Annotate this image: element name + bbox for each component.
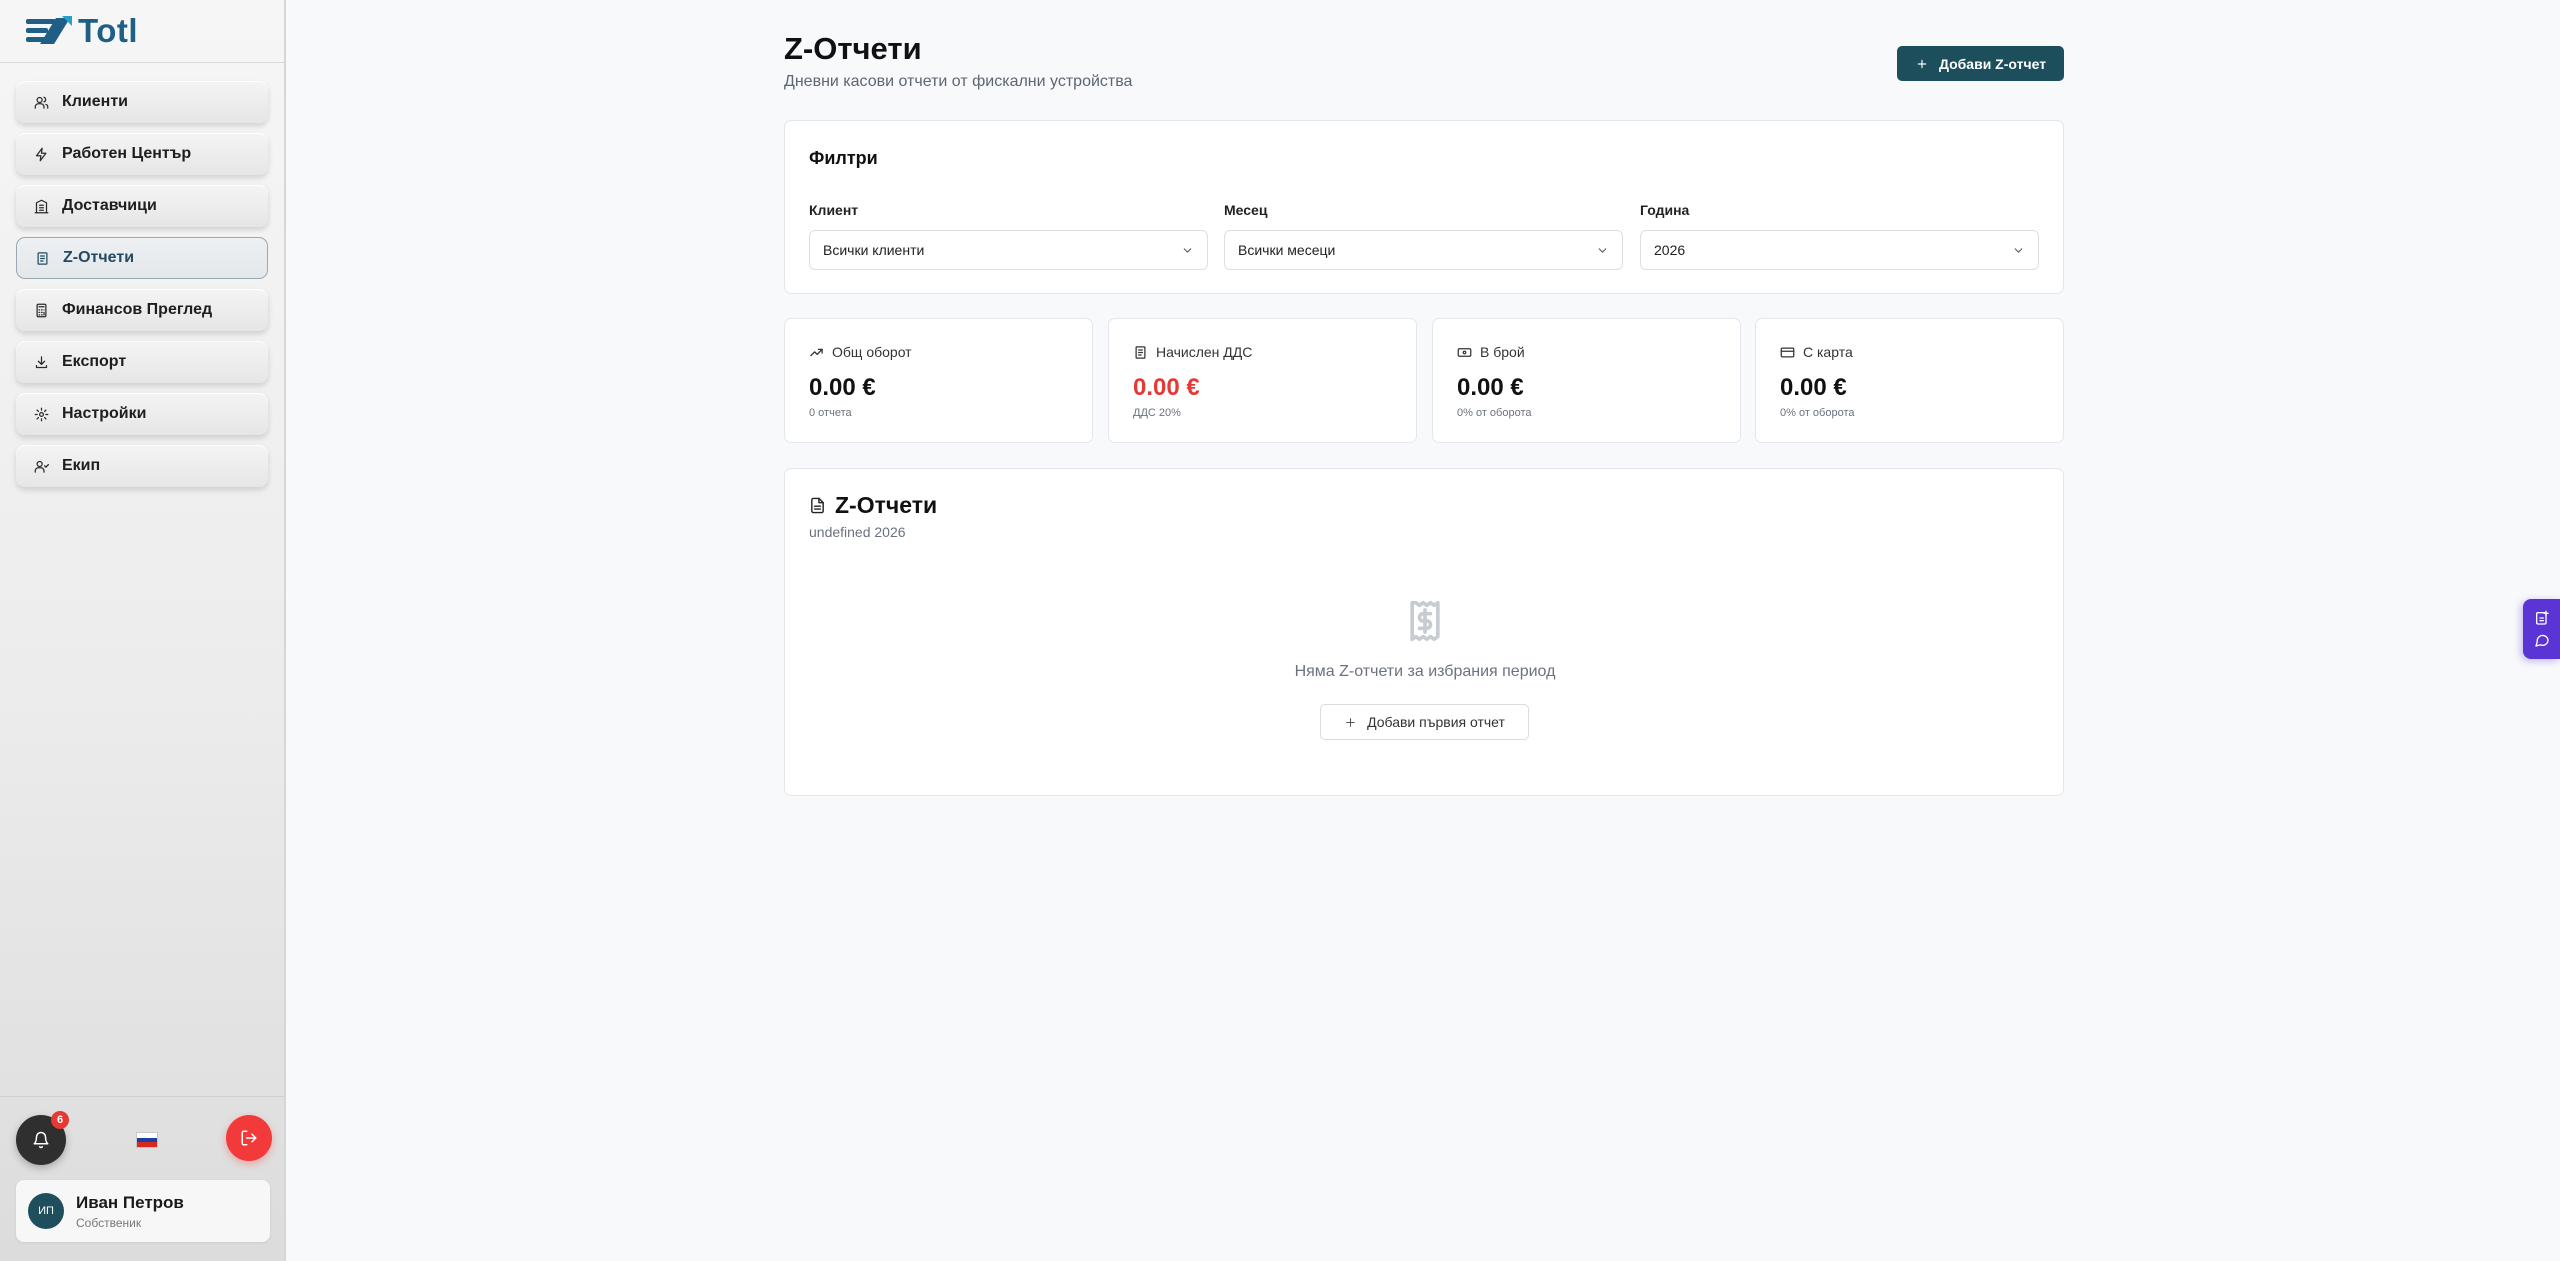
- year-filter-label: Година: [1640, 202, 1690, 218]
- zap-icon: [32, 145, 50, 163]
- sidebar-item-settings[interactable]: Настройки: [16, 393, 268, 435]
- stat-sub: 0 отчета: [809, 407, 852, 419]
- stat-card-cash: В брой 0.00 € 0% от оборота: [1432, 318, 1741, 443]
- users-icon: [32, 93, 50, 111]
- logo-mark-icon: [26, 16, 72, 44]
- stat-label: Начислен ДДС: [1156, 344, 1253, 360]
- client-select-value: Всички клиенти: [823, 242, 925, 258]
- z-reports-title-text: Z-Отчети: [835, 492, 938, 518]
- credit-card-icon: [1780, 347, 1795, 357]
- clipboard-icon: [2535, 610, 2549, 625]
- plus-icon: [1346, 717, 1355, 727]
- sidebar-item-export[interactable]: Експорт: [16, 341, 268, 383]
- month-select[interactable]: Всички месеци: [1224, 230, 1623, 270]
- sidebar-item-label: Финансов Преглед: [62, 301, 213, 318]
- receipt-icon: [33, 249, 51, 267]
- chat-bubble-icon: [2534, 634, 2549, 647]
- gear-icon: [32, 405, 50, 423]
- stat-header: С карта: [1780, 344, 1853, 360]
- filters-title: Филтри: [809, 148, 878, 168]
- logout-icon: [241, 1130, 257, 1146]
- stat-card-total-turnover: Общ оборот 0.00 € 0 отчета: [784, 318, 1093, 443]
- notification-badge: 6: [51, 1111, 69, 1129]
- banknote-icon: [1457, 347, 1472, 357]
- stat-label: В брой: [1480, 344, 1525, 360]
- stat-header: Общ оборот: [809, 344, 912, 360]
- user-info: Иван Петров Собственик: [76, 1193, 184, 1230]
- sidebar-nav: Клиенти Работен Център Доставчици Z-Отче…: [0, 63, 284, 487]
- support-widget-button[interactable]: [2523, 599, 2560, 659]
- stat-value: 0.00 €: [1780, 374, 1847, 401]
- filters-card: Филтри Клиент Всички клиенти Месец Всичк…: [784, 120, 2064, 294]
- sidebar-item-z-reports[interactable]: Z-Отчети: [16, 237, 268, 279]
- year-select-value: 2026: [1654, 242, 1686, 258]
- stat-card-vat: Начислен ДДС 0.00 € ДДС 20%: [1108, 318, 1417, 443]
- chevron-down-icon: [1596, 244, 1609, 257]
- client-filter-label: Клиент: [809, 202, 859, 218]
- team-icon: [32, 457, 50, 475]
- month-filter-label: Месец: [1224, 202, 1268, 218]
- year-select[interactable]: 2026: [1640, 230, 2039, 270]
- stat-label: Общ оборот: [832, 344, 912, 360]
- receipt-icon: [1135, 345, 1146, 359]
- add-z-report-label: Добави Z-отчет: [1938, 55, 2047, 72]
- sidebar-item-label: Екип: [62, 457, 101, 474]
- sidebar-item-suppliers[interactable]: Доставчици: [16, 185, 268, 227]
- logout-button[interactable]: [226, 1115, 272, 1161]
- calculator-icon: [32, 301, 50, 319]
- stat-value: 0.00 €: [809, 374, 876, 401]
- file-text-icon: [811, 497, 824, 514]
- page-title: Z-Отчети: [784, 31, 922, 66]
- sidebar-item-clients[interactable]: Клиенти: [16, 81, 268, 123]
- add-first-report-button[interactable]: Добави първия отчет: [1320, 704, 1529, 740]
- sidebar-item-work-center[interactable]: Работен Център: [16, 133, 268, 175]
- stat-label: С карта: [1803, 344, 1853, 360]
- sidebar-item-label: Работен Център: [62, 145, 192, 162]
- user-role: Собственик: [76, 1215, 142, 1230]
- stat-value: 0.00 €: [1133, 374, 1200, 401]
- z-reports-card: Z-Отчети undefined 2026 Няма Z-отчети за…: [784, 468, 2064, 796]
- z-reports-period: undefined 2026: [809, 524, 906, 540]
- building-icon: [32, 197, 50, 215]
- stat-sub: 0% от оборота: [1457, 407, 1532, 419]
- add-first-report-label: Добави първия отчет: [1367, 714, 1505, 730]
- bell-icon: [33, 1131, 49, 1149]
- chevron-down-icon: [1181, 244, 1194, 257]
- avatar: ИП: [28, 1193, 64, 1229]
- download-icon: [32, 353, 50, 371]
- trending-up-icon: [810, 348, 823, 356]
- receipt-dollar-icon: [1403, 599, 1447, 643]
- sidebar: Totl Клиенти Работен Център Доставчици Z…: [0, 0, 286, 1261]
- z-reports-title: Z-Отчети: [809, 492, 937, 519]
- client-select[interactable]: Всички клиенти: [809, 230, 1208, 270]
- sidebar-item-team[interactable]: Екип: [16, 445, 268, 487]
- sidebar-item-finance-overview[interactable]: Финансов Преглед: [16, 289, 268, 331]
- sidebar-item-label: Z-Отчети: [63, 249, 135, 266]
- stat-header: В брой: [1457, 344, 1525, 360]
- stat-value: 0.00 €: [1457, 374, 1524, 401]
- stat-header: Начислен ДДС: [1133, 344, 1252, 360]
- stat-sub: ДДС 20%: [1133, 407, 1181, 419]
- logo-text: Totl: [78, 12, 139, 49]
- sidebar-item-label: Клиенти: [62, 93, 128, 110]
- user-profile-card[interactable]: ИП Иван Петров Собственик: [16, 1180, 270, 1242]
- sidebar-item-label: Експорт: [62, 353, 127, 370]
- page-subtitle: Дневни касови отчети от фискални устройс…: [784, 73, 1133, 90]
- user-name: Иван Петров: [76, 1192, 184, 1212]
- notifications-button[interactable]: 6: [16, 1111, 69, 1165]
- month-select-value: Всички месеци: [1238, 242, 1336, 258]
- sidebar-item-label: Доставчици: [62, 197, 157, 214]
- stat-sub: 0% от оборота: [1780, 407, 1855, 419]
- chevron-down-icon: [2012, 244, 2025, 257]
- sidebar-footer: 6 ИП Иван Петров Собственик: [0, 1096, 284, 1261]
- empty-state-text: Няма Z-отчети за избрания период: [1294, 663, 1556, 680]
- logo[interactable]: Totl: [0, 0, 284, 63]
- add-z-report-button[interactable]: Добави Z-отчет: [1897, 46, 2064, 81]
- sidebar-item-label: Настройки: [62, 405, 147, 422]
- language-flag-icon[interactable]: [136, 1132, 158, 1148]
- plus-icon: [1917, 59, 1927, 68]
- stat-card-card: С карта 0.00 € 0% от оборота: [1755, 318, 2064, 443]
